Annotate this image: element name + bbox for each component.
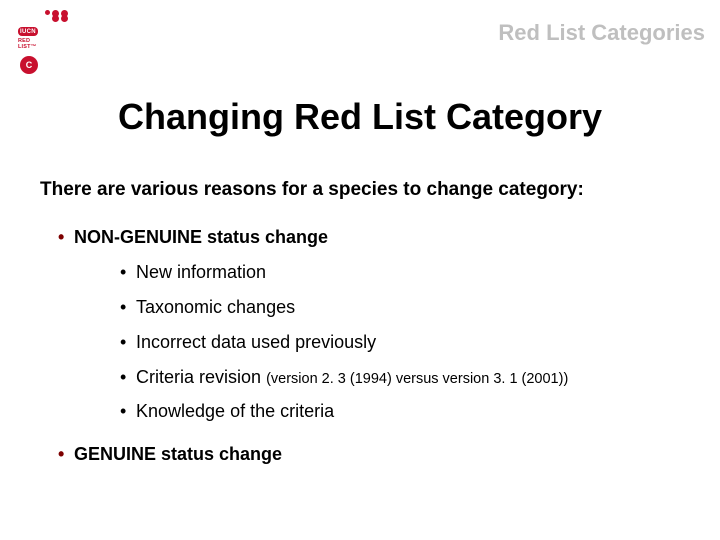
slide-body: There are various reasons for a species … (40, 175, 680, 475)
sub-bullet: Knowledge of the criteria (120, 397, 680, 426)
sub-bullet-text: Incorrect data used previously (136, 332, 376, 352)
sub-bullet-list: New information Taxonomic changes Incorr… (74, 258, 680, 426)
sub-bullet: Incorrect data used previously (120, 328, 680, 357)
logo-badge: IUCN (18, 27, 38, 36)
iucn-logo: IUCN REDLIST™ C (18, 10, 68, 74)
bullet-genuine: GENUINE status change (58, 440, 680, 469)
bullet-list: NON-GENUINE status change New informatio… (40, 223, 680, 469)
bullet-label: GENUINE status change (74, 444, 282, 464)
sub-bullet-text: Taxonomic changes (136, 297, 295, 317)
bullet-nongenuine: NON-GENUINE status change New informatio… (58, 223, 680, 426)
logo-text: REDLIST™ (18, 39, 68, 50)
sub-bullet-text: New information (136, 262, 266, 282)
header-category-label: Red List Categories (498, 20, 705, 46)
sub-bullet: Criteria revision (version 2. 3 (1994) v… (120, 363, 680, 392)
logo-secondary-icon: C (20, 56, 38, 74)
sub-bullet-text: Knowledge of the criteria (136, 401, 334, 421)
sub-bullet-note: (version 2. 3 (1994) versus version 3. 1… (266, 371, 568, 387)
paw-dot-icon (52, 15, 59, 22)
sub-bullet-text: Criteria revision (136, 367, 261, 387)
intro-text: There are various reasons for a species … (40, 175, 680, 205)
slide: IUCN REDLIST™ C Red List Categories Chan… (0, 0, 720, 540)
paw-dot-icon (61, 15, 68, 22)
sub-bullet: Taxonomic changes (120, 293, 680, 322)
bullet-label: NON-GENUINE status change (74, 227, 328, 247)
slide-title: Changing Red List Category (0, 96, 720, 138)
paw-dot-icon (45, 10, 50, 15)
sub-bullet: New information (120, 258, 680, 287)
